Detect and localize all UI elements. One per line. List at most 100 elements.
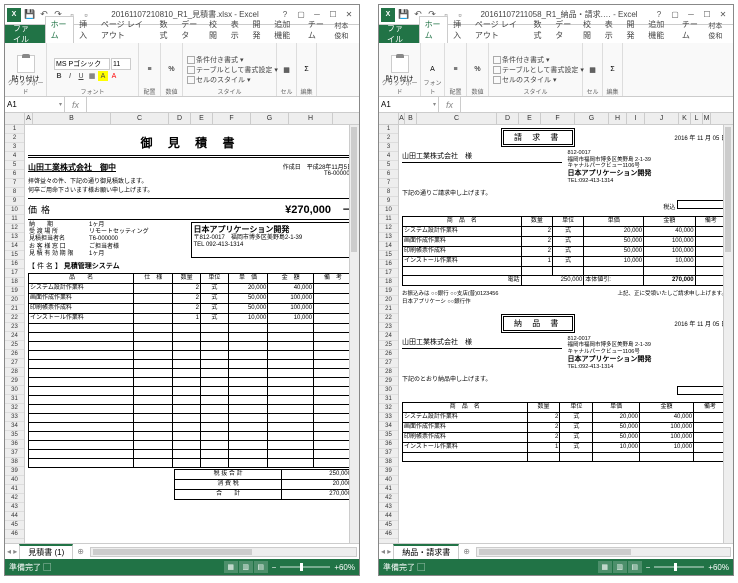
border-button[interactable]: ▦ <box>87 71 97 81</box>
tab-review[interactable]: 校閲 <box>204 17 226 43</box>
row-header[interactable]: 29 <box>379 377 398 386</box>
tab-view[interactable]: 表示 <box>226 17 248 43</box>
col-header[interactable]: G <box>251 113 289 124</box>
sheet-tab[interactable]: 見積書 (1) <box>19 544 73 559</box>
view-normal-button[interactable]: ▦ <box>598 561 612 573</box>
sheet-nav[interactable]: ◂ ▸ <box>5 547 19 556</box>
name-box[interactable]: A1 <box>379 97 439 112</box>
row-header[interactable]: 14 <box>5 242 24 251</box>
view-page-button[interactable]: ▥ <box>239 561 253 573</box>
vertical-scrollbar[interactable] <box>723 125 733 543</box>
fill-color-button[interactable]: A <box>98 71 108 81</box>
view-break-button[interactable]: ▤ <box>628 561 642 573</box>
row-header[interactable]: 1 <box>379 125 398 134</box>
tab-formulas[interactable]: 数式 <box>155 17 177 43</box>
row-header[interactable]: 14 <box>379 242 398 251</box>
col-header[interactable]: H <box>609 113 627 124</box>
tab-data[interactable]: データ <box>550 17 578 43</box>
col-header[interactable]: F <box>541 113 575 124</box>
tab-pagelayout[interactable]: ページ レイアウト <box>96 17 155 43</box>
row-header[interactable]: 31 <box>379 395 398 404</box>
row-header[interactable]: 2 <box>5 134 24 143</box>
cell-styles-button[interactable]: セルのスタイル ▾ <box>186 75 251 85</box>
horizontal-scrollbar[interactable] <box>476 547 731 557</box>
row-header[interactable]: 46 <box>379 530 398 539</box>
row-header[interactable]: 4 <box>5 152 24 161</box>
tab-developer[interactable]: 開発 <box>622 17 644 43</box>
col-header[interactable]: I <box>627 113 645 124</box>
row-header[interactable]: 28 <box>5 368 24 377</box>
save-icon[interactable]: 💾 <box>24 9 36 21</box>
zoom-value[interactable]: 60% <box>713 563 729 572</box>
vertical-scrollbar[interactable] <box>349 125 359 543</box>
tab-team[interactable]: チーム <box>677 17 705 43</box>
font-size-select[interactable] <box>111 58 131 70</box>
row-header[interactable]: 1 <box>5 125 24 134</box>
row-header[interactable]: 18 <box>379 278 398 287</box>
zoom-out-button[interactable]: − <box>646 563 651 572</box>
col-header[interactable]: B <box>33 113 111 124</box>
row-header[interactable]: 29 <box>5 377 24 386</box>
zoom-slider[interactable] <box>280 566 330 568</box>
row-header[interactable]: 39 <box>379 467 398 476</box>
row-header[interactable]: 8 <box>5 188 24 197</box>
tab-developer[interactable]: 開発 <box>248 17 270 43</box>
row-header[interactable]: 21 <box>5 305 24 314</box>
tab-home[interactable]: ホーム <box>419 16 449 43</box>
row-header[interactable]: 35 <box>5 431 24 440</box>
col-header[interactable]: J <box>645 113 679 124</box>
select-all-corner[interactable] <box>379 113 399 124</box>
zoom-out-button[interactable]: − <box>272 563 277 572</box>
row-header[interactable]: 19 <box>379 287 398 296</box>
view-break-button[interactable]: ▤ <box>254 561 268 573</box>
row-header[interactable]: 24 <box>5 332 24 341</box>
tab-addins[interactable]: 追加機能 <box>643 17 677 43</box>
cell-styles-button[interactable]: セルのスタイル ▾ <box>492 75 557 85</box>
row-header[interactable]: 13 <box>5 233 24 242</box>
col-header[interactable]: B <box>405 113 417 124</box>
view-page-button[interactable]: ▥ <box>613 561 627 573</box>
select-all-corner[interactable] <box>5 113 25 124</box>
row-header[interactable]: 17 <box>5 269 24 278</box>
row-header[interactable]: 19 <box>5 287 24 296</box>
row-header[interactable]: 23 <box>5 323 24 332</box>
row-header[interactable]: 7 <box>379 179 398 188</box>
row-header[interactable]: 17 <box>379 269 398 278</box>
row-header[interactable]: 36 <box>379 440 398 449</box>
col-header[interactable]: C <box>417 113 497 124</box>
row-header[interactable]: 43 <box>379 503 398 512</box>
row-header[interactable]: 18 <box>5 278 24 287</box>
row-header[interactable]: 40 <box>5 476 24 485</box>
tab-home[interactable]: ホーム <box>45 16 75 43</box>
row-header[interactable]: 30 <box>379 386 398 395</box>
horizontal-scrollbar[interactable] <box>90 547 357 557</box>
row-header[interactable]: 26 <box>5 350 24 359</box>
col-header[interactable]: G <box>575 113 609 124</box>
row-header[interactable]: 33 <box>5 413 24 422</box>
row-header[interactable]: 2 <box>379 134 398 143</box>
tab-pagelayout[interactable]: ページ レイアウト <box>470 17 529 43</box>
col-header[interactable]: A <box>25 113 33 124</box>
cond-format-button[interactable]: 条件付き書式 ▾ <box>186 55 244 65</box>
row-header[interactable]: 46 <box>5 530 24 539</box>
row-header[interactable]: 36 <box>5 440 24 449</box>
row-header[interactable]: 16 <box>5 260 24 269</box>
row-header[interactable]: 27 <box>5 359 24 368</box>
row-header[interactable]: 7 <box>5 179 24 188</box>
row-header[interactable]: 25 <box>379 341 398 350</box>
row-header[interactable]: 37 <box>5 449 24 458</box>
formula-input[interactable] <box>461 97 733 112</box>
font-name-select[interactable] <box>54 58 110 70</box>
row-header[interactable]: 22 <box>5 314 24 323</box>
tab-view[interactable]: 表示 <box>600 17 622 43</box>
row-header[interactable]: 38 <box>379 458 398 467</box>
row-header[interactable]: 3 <box>5 143 24 152</box>
row-header[interactable]: 37 <box>379 449 398 458</box>
view-normal-button[interactable]: ▦ <box>224 561 238 573</box>
tab-file[interactable]: ファイル <box>379 25 419 43</box>
row-header[interactable]: 8 <box>379 188 398 197</box>
formula-input[interactable] <box>87 97 359 112</box>
row-header[interactable]: 16 <box>379 260 398 269</box>
zoom-value[interactable]: 60% <box>339 563 355 572</box>
col-header[interactable]: C <box>111 113 169 124</box>
